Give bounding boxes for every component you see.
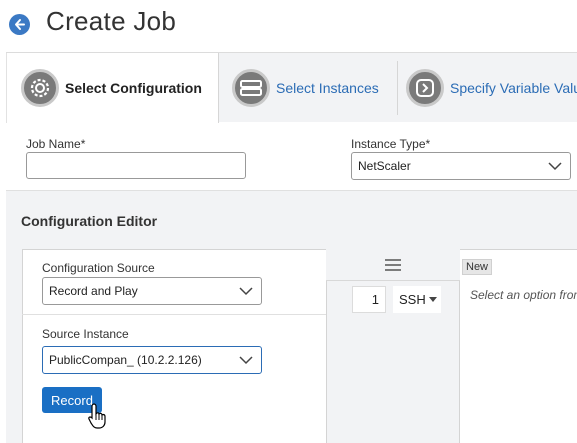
back-button[interactable] <box>9 14 30 35</box>
chevron-down-icon <box>239 287 253 296</box>
divider <box>22 314 326 315</box>
command-type-value: SSH <box>399 292 426 307</box>
instance-type-value: NetScaler <box>358 159 411 173</box>
job-name-label: Job Name* <box>26 137 86 151</box>
caret-down-icon <box>429 297 437 302</box>
job-name-input[interactable] <box>26 152 246 179</box>
page-title: Create Job <box>46 6 177 36</box>
tab-label: Select Instances <box>276 80 379 96</box>
configuration-editor-title: Configuration Editor <box>21 213 158 229</box>
instance-type-select[interactable]: NetScaler <box>351 152 571 180</box>
configuration-source-select[interactable]: Record and Play <box>42 277 262 305</box>
tab-select-instances[interactable]: Select Instances <box>232 53 397 123</box>
server-icon <box>232 69 270 107</box>
create-job-page: Create Job Select Configuration Select I… <box>0 0 577 443</box>
tab-divider <box>397 61 398 115</box>
command-type-select[interactable]: SSH <box>393 286 441 313</box>
command-placeholder: Select an option from <box>470 288 577 302</box>
arrow-left-icon <box>15 19 25 30</box>
wizard-tabs: Select Configuration Select Instances Sp… <box>6 52 577 123</box>
instance-type-label: Instance Type* <box>351 137 431 151</box>
new-tag: New <box>462 259 493 275</box>
source-instance-select[interactable]: PublicCompan_ (10.2.2.126) <box>42 346 262 374</box>
line-number: 1 <box>352 286 386 313</box>
tab-select-configuration[interactable]: Select Configuration <box>6 53 219 123</box>
configuration-source-label: Configuration Source <box>42 261 155 275</box>
hand-cursor-icon <box>88 403 106 429</box>
tab-label: Select Configuration <box>65 80 202 96</box>
menu-icon[interactable] <box>385 259 401 271</box>
chevron-down-icon <box>548 162 562 171</box>
chevron-right-icon <box>406 69 444 107</box>
gear-icon <box>21 69 59 107</box>
source-instance-label: Source Instance <box>42 327 129 341</box>
configuration-source-value: Record and Play <box>49 284 138 298</box>
tab-specify-variable-values[interactable]: Specify Variable Valu <box>406 53 577 123</box>
chevron-down-icon <box>239 356 253 365</box>
source-instance-value: PublicCompan_ (10.2.2.126) <box>49 353 202 367</box>
tab-label: Specify Variable Valu <box>450 80 577 96</box>
